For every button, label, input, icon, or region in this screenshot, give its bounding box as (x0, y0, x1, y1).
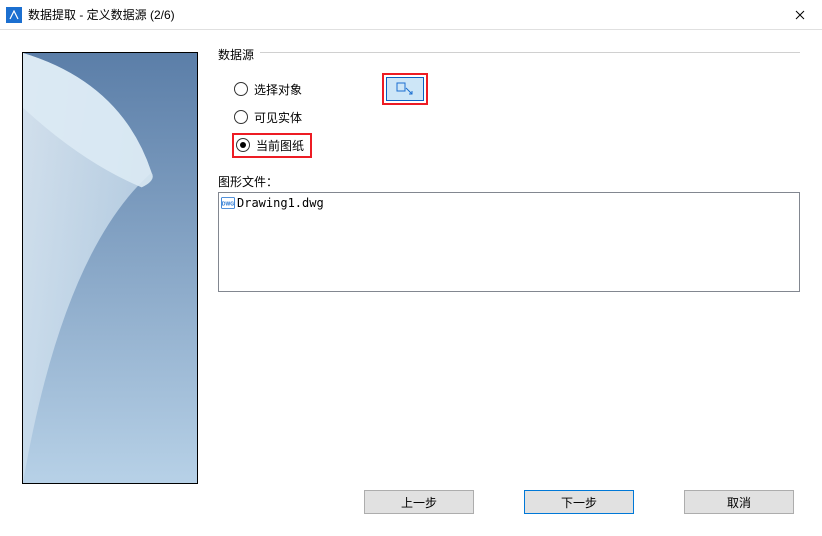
close-button[interactable] (777, 0, 822, 30)
radio-current-drawing-label: 当前图纸 (256, 137, 304, 154)
radio-select-objects[interactable] (234, 82, 248, 96)
dwg-file-icon: DWG (221, 197, 235, 209)
prev-button[interactable]: 上一步 (364, 490, 474, 514)
next-button[interactable]: 下一步 (524, 490, 634, 514)
radio-visible-entities-row: 可见实体 (218, 103, 800, 131)
radio-select-objects-row: 选择对象 (218, 75, 800, 103)
radio-visible-entities-label: 可见实体 (254, 109, 302, 126)
datasource-group-label: 数据源 (218, 46, 260, 63)
select-objects-button[interactable] (386, 77, 424, 101)
radio-current-drawing-row: 当前图纸 (218, 131, 800, 159)
file-item-name: Drawing1.dwg (237, 196, 324, 210)
window-title: 数据提取 - 定义数据源 (2/6) (28, 6, 777, 23)
svg-text:DWG: DWG (222, 202, 234, 208)
wizard-preview-image (22, 52, 198, 484)
radio-current-drawing-highlight: 当前图纸 (232, 133, 312, 158)
radio-current-drawing[interactable] (236, 138, 250, 152)
select-objects-button-highlight (382, 73, 428, 105)
wizard-buttons: 上一步 下一步 取消 (364, 490, 794, 514)
right-pane: 数据源 选择对象 可见实体 (198, 52, 800, 526)
titlebar: 数据提取 - 定义数据源 (2/6) (0, 0, 822, 30)
drawing-files-list[interactable]: DWG Drawing1.dwg (218, 192, 800, 292)
file-item[interactable]: DWG Drawing1.dwg (221, 195, 797, 211)
drawing-files-label: 图形文件： (218, 173, 800, 190)
cancel-button[interactable]: 取消 (684, 490, 794, 514)
datasource-group: 数据源 选择对象 可见实体 (218, 52, 800, 165)
app-icon (6, 7, 22, 23)
radio-visible-entities[interactable] (234, 110, 248, 124)
radio-select-objects-label: 选择对象 (254, 81, 302, 98)
dialog-content: 数据源 选择对象 可见实体 (0, 30, 822, 536)
